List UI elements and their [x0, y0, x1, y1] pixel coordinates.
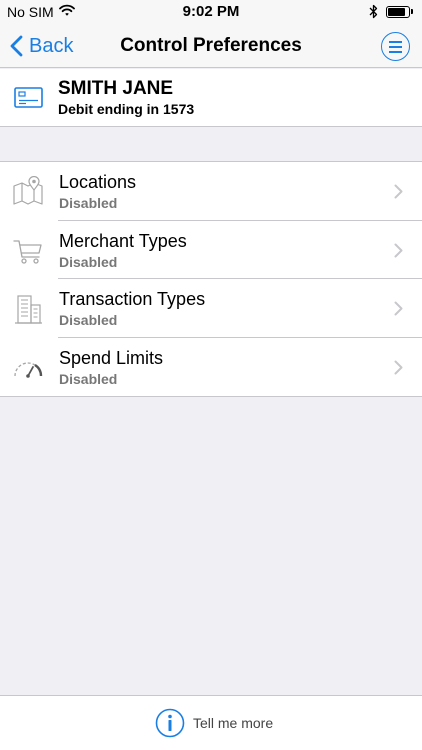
battery-cap: [411, 9, 413, 14]
bluetooth-icon: [369, 4, 378, 19]
row-status: Disabled: [59, 370, 118, 387]
row-status: Disabled: [59, 253, 118, 270]
chevron-right-icon: [394, 301, 403, 316]
row-title: Locations: [59, 172, 137, 192]
building-icon: [15, 295, 42, 324]
status-time: 9:02 PM: [182, 3, 240, 20]
menu-button[interactable]: [381, 32, 410, 61]
map-icon: [13, 176, 43, 205]
row-status: Disabled: [59, 312, 118, 328]
control-row-transaction-types[interactable]: Transaction Types Disabled: [0, 279, 422, 338]
row-title: Spend Limits: [59, 347, 164, 368]
menu-icon-line: [389, 46, 402, 48]
control-row-merchant-types[interactable]: Merchant Types Disabled: [0, 221, 422, 279]
info-icon: [155, 708, 185, 738]
credit-card-icon: [14, 87, 43, 108]
chevron-right-icon: [394, 360, 403, 374]
menu-icon-line: [389, 41, 402, 43]
account-holder-name: SMITH JANE: [58, 78, 174, 99]
account-header: SMITH JANE Debit ending in 1573: [0, 69, 422, 127]
tell-me-more-label: Tell me more: [193, 715, 274, 731]
account-description: Debit ending in 1573: [58, 101, 195, 117]
footer-bar: Tell me more: [0, 695, 422, 750]
chevron-right-icon: [394, 243, 403, 257]
battery-icon: [386, 6, 410, 18]
gauge-icon: [14, 361, 43, 378]
navigation-bar: Back Control Preferences: [0, 24, 422, 68]
cart-icon: [13, 239, 42, 264]
menu-icon-line: [389, 51, 402, 53]
tell-me-more-button[interactable]: Tell me more: [155, 708, 273, 738]
control-list: Locations Disabled Merchant Types Disabl…: [0, 161, 422, 397]
battery-level: [388, 8, 405, 16]
chevron-right-icon: [394, 184, 403, 199]
row-title: Merchant Types: [59, 230, 187, 251]
row-status: Disabled: [59, 195, 118, 211]
control-row-locations[interactable]: Locations Disabled: [0, 162, 422, 221]
row-title: Transaction Types: [59, 289, 206, 309]
page-title: Control Preferences: [120, 35, 302, 56]
status-bar: No SIM 9:02 PM: [0, 0, 422, 24]
control-row-spend-limits[interactable]: Spend Limits Disabled: [0, 338, 422, 397]
